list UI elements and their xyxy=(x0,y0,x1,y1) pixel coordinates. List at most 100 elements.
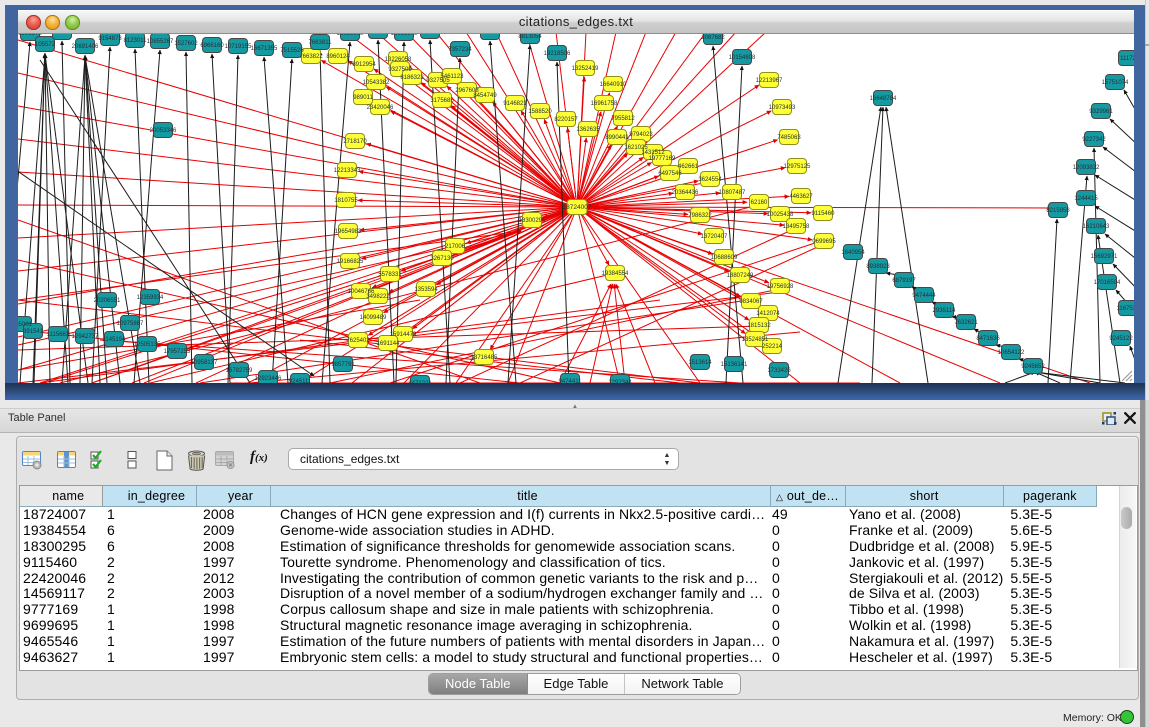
svg-text:3498222: 3498222 xyxy=(366,294,390,300)
svg-text:16648784: 16648784 xyxy=(870,96,897,102)
svg-text:9227342: 9227342 xyxy=(1082,137,1106,143)
svg-text:9834067: 9834067 xyxy=(739,299,763,305)
svg-text:19777169: 19777169 xyxy=(649,156,676,162)
svg-text:1353594: 1353594 xyxy=(414,287,438,293)
svg-text:7515526: 7515526 xyxy=(280,48,304,54)
svg-text:15136141: 15136141 xyxy=(721,362,748,368)
svg-text:391541: 391541 xyxy=(23,329,44,335)
svg-text:16961758: 16961758 xyxy=(591,101,618,107)
svg-text:9115460: 9115460 xyxy=(812,211,836,217)
svg-text:9794023: 9794023 xyxy=(629,132,653,138)
svg-text:8186323: 8186323 xyxy=(400,75,424,81)
svg-text:7485063: 7485063 xyxy=(777,135,801,141)
svg-text:13720407: 13720407 xyxy=(701,234,728,240)
svg-text:1412074: 1412074 xyxy=(756,311,780,317)
svg-text:10958137: 10958137 xyxy=(191,360,218,366)
svg-text:18807249: 18807249 xyxy=(727,273,754,279)
svg-text:9154873: 9154873 xyxy=(98,36,122,42)
svg-text:9474444: 9474444 xyxy=(912,293,936,299)
svg-text:7955812: 7955812 xyxy=(611,116,635,122)
svg-text:16640910: 16640910 xyxy=(600,82,627,88)
svg-text:10973493: 10973493 xyxy=(769,105,796,111)
svg-text:2718170: 2718170 xyxy=(343,139,367,145)
svg-text:12093832: 12093832 xyxy=(1073,165,1100,171)
svg-text:9146821: 9146821 xyxy=(503,101,527,107)
svg-text:10154808: 10154808 xyxy=(729,55,756,61)
svg-text:3267130: 3267130 xyxy=(430,256,454,262)
svg-text:19654983: 19654983 xyxy=(335,229,362,235)
svg-text:10688609: 10688609 xyxy=(711,255,738,261)
svg-text:7625402: 7625402 xyxy=(346,338,370,344)
svg-text:3175685: 3175685 xyxy=(430,98,454,104)
svg-text:19384554: 19384554 xyxy=(602,271,629,277)
svg-text:217006: 217006 xyxy=(445,244,466,250)
svg-text:8938923: 8938923 xyxy=(866,264,890,270)
svg-text:5578331: 5578331 xyxy=(378,272,402,278)
svg-text:10807487: 10807487 xyxy=(719,190,746,196)
svg-text:18300295: 18300295 xyxy=(519,218,546,224)
svg-text:4463627: 4463627 xyxy=(789,194,813,200)
svg-text:7986322: 7986322 xyxy=(688,213,712,219)
svg-text:9857791: 9857791 xyxy=(331,362,355,368)
svg-text:10975867: 10975867 xyxy=(117,321,144,327)
svg-text:1513614: 1513614 xyxy=(688,360,712,366)
svg-text:7632621: 7632621 xyxy=(954,320,978,326)
svg-text:9245122: 9245122 xyxy=(1109,336,1133,342)
svg-text:12213343: 12213343 xyxy=(334,168,361,174)
svg-text:10719155: 10719155 xyxy=(225,44,252,50)
svg-text:8454749: 8454749 xyxy=(473,93,497,99)
svg-text:3624554: 3624554 xyxy=(698,177,722,183)
svg-text:1588520: 1588520 xyxy=(528,109,552,115)
svg-text:252214: 252214 xyxy=(762,344,783,350)
svg-text:6879197: 6879197 xyxy=(892,278,916,284)
svg-text:20691406: 20691406 xyxy=(72,44,99,50)
svg-text:8471636: 8471636 xyxy=(976,336,1000,342)
svg-text:8960124: 8960124 xyxy=(326,54,350,60)
svg-text:8220157: 8220157 xyxy=(554,117,578,123)
svg-text:1815132: 1815132 xyxy=(747,323,771,329)
svg-text:1733426: 1733426 xyxy=(767,368,791,374)
svg-text:10654122: 10654122 xyxy=(998,350,1025,356)
svg-text:16782759: 16782759 xyxy=(226,368,253,374)
svg-text:7663822: 7663822 xyxy=(299,54,323,60)
svg-text:19756928: 19756928 xyxy=(767,284,794,290)
svg-text:17957253: 17957253 xyxy=(164,349,191,355)
svg-text:1145194: 1145194 xyxy=(103,337,127,343)
svg-text:8123011: 8123011 xyxy=(124,38,148,44)
svg-text:1527602: 1527602 xyxy=(174,41,198,47)
svg-text:1167534: 1167534 xyxy=(1117,306,1134,312)
svg-text:10543382: 10543382 xyxy=(363,80,390,86)
svg-text:8215958: 8215958 xyxy=(1046,208,1070,214)
svg-text:105572: 105572 xyxy=(35,42,56,48)
svg-text:62160: 62160 xyxy=(751,200,768,206)
svg-text:1115682: 1115682 xyxy=(47,332,70,338)
svg-text:1691144: 1691144 xyxy=(377,341,401,347)
svg-text:5461123: 5461123 xyxy=(441,74,465,80)
svg-text:13226058: 13226058 xyxy=(385,57,412,63)
svg-text:9327509: 9327509 xyxy=(388,67,412,73)
svg-text:7663811: 7663811 xyxy=(309,40,333,46)
svg-text:10025438: 10025438 xyxy=(767,212,794,218)
svg-text:462661: 462661 xyxy=(678,164,699,170)
svg-text:20053346: 20053346 xyxy=(150,128,177,134)
svg-text:9329961: 9329961 xyxy=(1089,109,1113,115)
svg-text:8990441: 8990441 xyxy=(605,135,629,141)
svg-text:1640954: 1640954 xyxy=(841,250,865,256)
svg-text:13524851: 13524851 xyxy=(742,337,769,343)
svg-text:20364436: 20364436 xyxy=(672,190,699,196)
svg-text:8912954: 8912954 xyxy=(352,62,376,68)
svg-text:335001: 335001 xyxy=(18,322,33,328)
svg-text:16671355: 16671355 xyxy=(251,46,278,52)
svg-text:12923446: 12923446 xyxy=(255,376,282,382)
svg-text:7357234: 7357234 xyxy=(448,47,472,53)
svg-text:13252419: 13252419 xyxy=(572,66,599,72)
svg-text:12942737: 12942737 xyxy=(72,334,99,340)
svg-text:15692971: 15692971 xyxy=(1091,254,1118,260)
svg-text:11172: 11172 xyxy=(1120,56,1134,62)
svg-text:2935114: 2935114 xyxy=(933,308,957,314)
svg-text:8813054: 8813054 xyxy=(518,34,542,40)
svg-text:13495758: 13495758 xyxy=(783,224,810,230)
svg-text:12505135: 12505135 xyxy=(134,342,161,348)
svg-text:6966160: 6966160 xyxy=(200,43,224,49)
svg-text:9245652: 9245652 xyxy=(1021,364,1045,370)
